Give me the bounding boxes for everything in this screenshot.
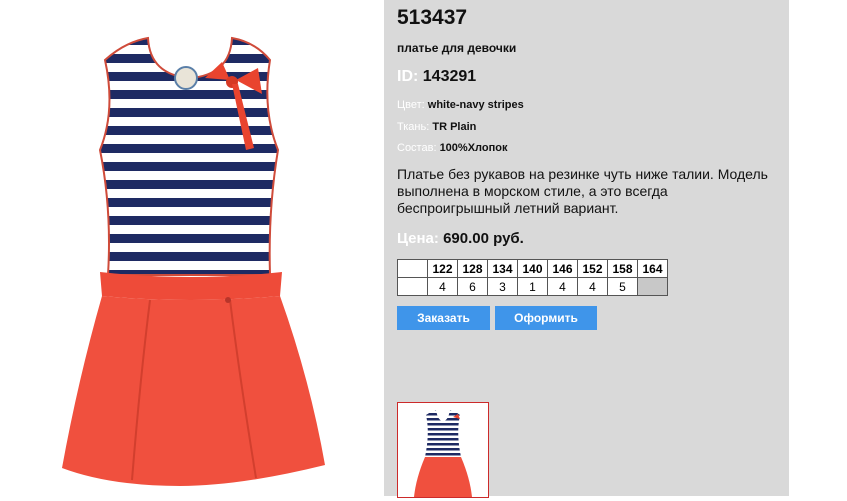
size-header-cell: 128 <box>457 259 488 278</box>
size-qty-cell[interactable]: 1 <box>517 277 548 296</box>
attr-color-value: white-navy stripes <box>427 99 524 111</box>
attr-composition: Состав: 100%Хлопок <box>397 142 507 154</box>
size-qty-cell[interactable]: 5 <box>607 277 638 296</box>
size-qty-cell-unavailable <box>637 277 668 296</box>
price-value: 690.00 руб. <box>443 230 524 247</box>
product-info-panel: 513437 платье для девочки ID: 143291 Цве… <box>384 0 789 498</box>
size-quantity-row: 4 6 3 1 4 4 5 <box>397 277 668 296</box>
size-header-cell: 164 <box>637 259 668 278</box>
attr-fabric-value: TR Plain <box>432 121 477 133</box>
dress-icon <box>62 36 325 486</box>
product-description: Платье без рукавов на резинке чуть ниже … <box>397 166 768 216</box>
product-id-label: ID: <box>397 68 419 85</box>
size-header-row: 122 128 134 140 146 152 158 164 <box>397 259 668 278</box>
size-qty-cell[interactable]: 6 <box>457 277 488 296</box>
size-qty-cell <box>397 277 428 296</box>
product-id-value: 143291 <box>422 68 477 85</box>
product-main-image <box>0 0 384 496</box>
size-header-cell: 146 <box>547 259 578 278</box>
order-button[interactable]: Заказать <box>397 306 490 330</box>
size-header-cell <box>397 259 428 278</box>
product-thumbnail[interactable] <box>397 402 489 498</box>
attr-composition-value: 100%Хлопок <box>439 142 508 154</box>
size-header-cell: 152 <box>577 259 608 278</box>
checkout-button[interactable]: Оформить <box>495 306 597 330</box>
size-qty-cell[interactable]: 4 <box>427 277 458 296</box>
product-id: ID: 143291 <box>397 68 476 86</box>
attr-color-label: Цвет: <box>397 99 425 111</box>
product-name: платье для девочки <box>397 41 517 55</box>
size-header-cell: 134 <box>487 259 518 278</box>
price-label: Цена: <box>397 230 439 247</box>
size-qty-cell[interactable]: 4 <box>577 277 608 296</box>
product-price: Цена: 690.00 руб. <box>397 230 524 247</box>
dress-thumbnail-icon <box>414 410 472 497</box>
size-header-cell: 140 <box>517 259 548 278</box>
attr-fabric-label: Ткань: <box>397 121 430 133</box>
attr-composition-label: Состав: <box>397 142 437 154</box>
attr-color: Цвет: white-navy stripes <box>397 99 524 111</box>
product-code: 513437 <box>397 6 468 29</box>
size-header-cell: 158 <box>607 259 638 278</box>
size-qty-cell[interactable]: 4 <box>547 277 578 296</box>
size-header-cell: 122 <box>427 259 458 278</box>
attr-fabric: Ткань: TR Plain <box>397 121 476 133</box>
size-table: 122 128 134 140 146 152 158 164 4 6 3 1 … <box>397 259 668 296</box>
size-qty-cell[interactable]: 3 <box>487 277 518 296</box>
